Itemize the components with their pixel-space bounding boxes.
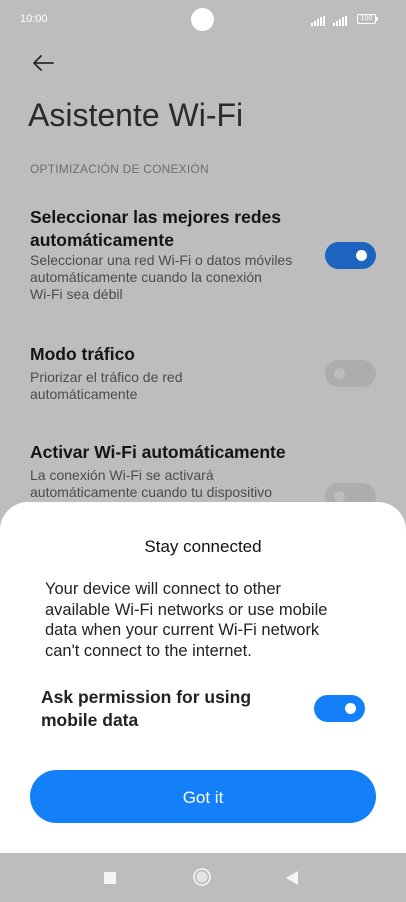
setting-description: La conexión Wi-Fi se activará automática…	[30, 467, 273, 500]
navigation-bar	[0, 853, 406, 902]
dialog-message: Your device will connect to other availa…	[45, 580, 328, 660]
got-it-button[interactable]: Got it	[30, 770, 376, 823]
section-header: OPTIMIZACIÓN DE CONEXIÓN	[30, 162, 209, 176]
battery-icon: 100	[357, 14, 378, 24]
signal-icon	[333, 16, 347, 26]
dialog-title: Stay connected	[144, 537, 262, 556]
signal-icon	[311, 16, 325, 26]
back-icon[interactable]	[285, 870, 299, 886]
page-title: Asistente Wi-Fi	[28, 97, 244, 133]
back-arrow-icon[interactable]	[30, 50, 56, 76]
recents-icon[interactable]	[104, 872, 116, 884]
setting-description: Priorizar el tráfico de red automáticame…	[30, 369, 183, 402]
camera-cutout	[191, 8, 214, 31]
home-icon[interactable]	[192, 867, 212, 887]
setting-title: Modo tráfico	[30, 344, 135, 364]
setting-title: Seleccionar las mejores redes automática…	[30, 207, 281, 250]
screen: 10:00 100 Asistente Wi-Fi OPTIMIZACIÓN D…	[0, 0, 406, 902]
status-time: 10:00	[20, 13, 48, 25]
best-networks-toggle[interactable]	[325, 242, 376, 269]
setting-description: Seleccionar una red Wi-Fi o datos móvile…	[30, 252, 293, 302]
traffic-mode-toggle[interactable]	[325, 360, 376, 387]
permission-label: Ask permission for using mobile data	[41, 687, 252, 730]
status-bar: 10:00 100	[0, 0, 406, 40]
stay-connected-dialog: Stay connected Your device will connect …	[0, 502, 406, 853]
ask-permission-toggle[interactable]	[314, 695, 365, 722]
setting-title: Activar Wi-Fi automáticamente	[30, 442, 286, 462]
